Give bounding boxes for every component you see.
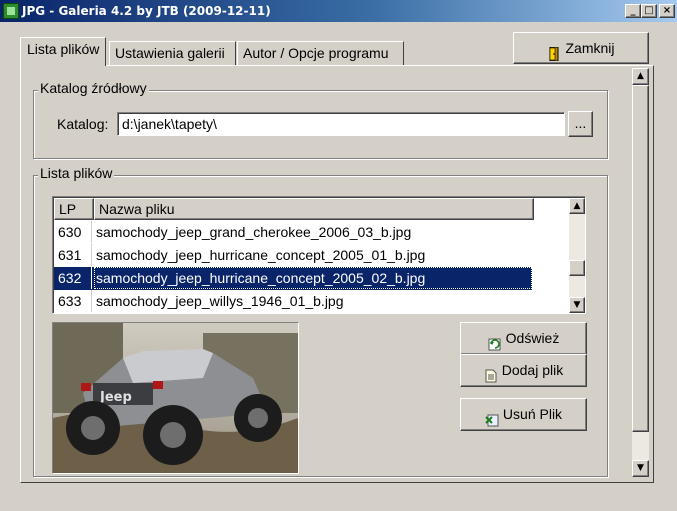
refresh-button[interactable]: Odśwież — [460, 322, 587, 355]
add-file-icon — [484, 363, 498, 383]
row-file-name: samochody_jeep_hurricane_concept_2005_01… — [96, 247, 426, 263]
tab-ustawienia-galerii[interactable]: Ustawienia galerii — [109, 41, 236, 65]
tab-label: Ustawienia galerii — [115, 45, 225, 61]
jeep-photo: Jeep — [53, 323, 298, 473]
row-lp: 633 — [54, 290, 92, 312]
maximize-button[interactable]: □ — [641, 4, 657, 18]
source-folder-group-title: Katalog źródłowy — [38, 80, 149, 96]
minimize-button[interactable]: _ — [625, 4, 641, 18]
tab-label: Lista plików — [27, 41, 100, 57]
row-lp: 632 — [54, 267, 92, 289]
image-preview: Jeep — [52, 322, 299, 474]
browse-button[interactable]: ... — [568, 111, 593, 137]
tab-label: Autor / Opcje programu — [243, 45, 389, 61]
panel-scroll-down-icon[interactable]: ▼ — [632, 460, 649, 477]
scroll-down-icon[interactable]: ▼ — [569, 297, 585, 313]
file-list-scrollbar[interactable] — [569, 198, 585, 312]
row-lp: 630 — [54, 221, 92, 243]
table-row[interactable]: 633 samochody_jeep_willys_1946_01_b.jpg — [54, 290, 532, 312]
close-window-button[interactable]: × — [659, 4, 675, 18]
scroll-up-icon[interactable]: ▲ — [569, 198, 585, 214]
panel-scroll-thumb[interactable] — [632, 85, 649, 432]
scroll-thumb[interactable] — [569, 260, 585, 276]
katalog-label: Katalog: — [57, 116, 109, 132]
refresh-icon — [488, 331, 502, 351]
refresh-label: Odśwież — [505, 330, 560, 346]
tab-lista-plikow[interactable]: Lista plików — [20, 37, 107, 66]
app-icon — [3, 3, 19, 19]
panel-scroll-up-icon[interactable]: ▲ — [632, 68, 649, 85]
row-lp: 631 — [54, 244, 92, 266]
katalog-input[interactable]: d:\janek\tapety\ — [117, 112, 565, 136]
add-file-button[interactable]: Dodaj plik — [460, 354, 587, 387]
zamknij-label: Zamknij — [565, 40, 615, 56]
jeep-badge: Jeep — [99, 390, 132, 405]
delete-file-icon — [485, 407, 499, 427]
add-file-label: Dodaj plik — [501, 362, 564, 378]
delete-file-label: Usuń Plik — [502, 406, 563, 422]
door-icon — [547, 41, 561, 62]
tab-autor-opcje[interactable]: Autor / Opcje programu — [237, 41, 404, 65]
window-title: JPG - Galeria 4.2 by JTB (2009-12-11) — [22, 4, 271, 18]
row-file-name: samochody_jeep_willys_1946_01_b.jpg — [96, 293, 344, 309]
column-header-nazwa-pliku[interactable]: Nazwa pliku — [94, 198, 534, 220]
row-file-name: samochody_jeep_grand_cherokee_2006_03_b.… — [96, 224, 412, 240]
delete-file-button[interactable]: Usuń Plik — [460, 398, 587, 431]
table-row[interactable]: 630 samochody_jeep_grand_cherokee_2006_0… — [54, 221, 532, 244]
file-list-group-title: Lista plików — [38, 165, 115, 181]
column-header-lp[interactable]: LP — [54, 198, 94, 220]
table-row[interactable]: 631 samochody_jeep_hurricane_concept_200… — [54, 244, 532, 267]
row-file-name: samochody_jeep_hurricane_concept_2005_02… — [94, 267, 532, 289]
table-row-selected[interactable]: 632 samochody_jeep_hurricane_concept_200… — [54, 267, 532, 290]
zamknij-button[interactable]: Zamknij — [513, 32, 649, 64]
